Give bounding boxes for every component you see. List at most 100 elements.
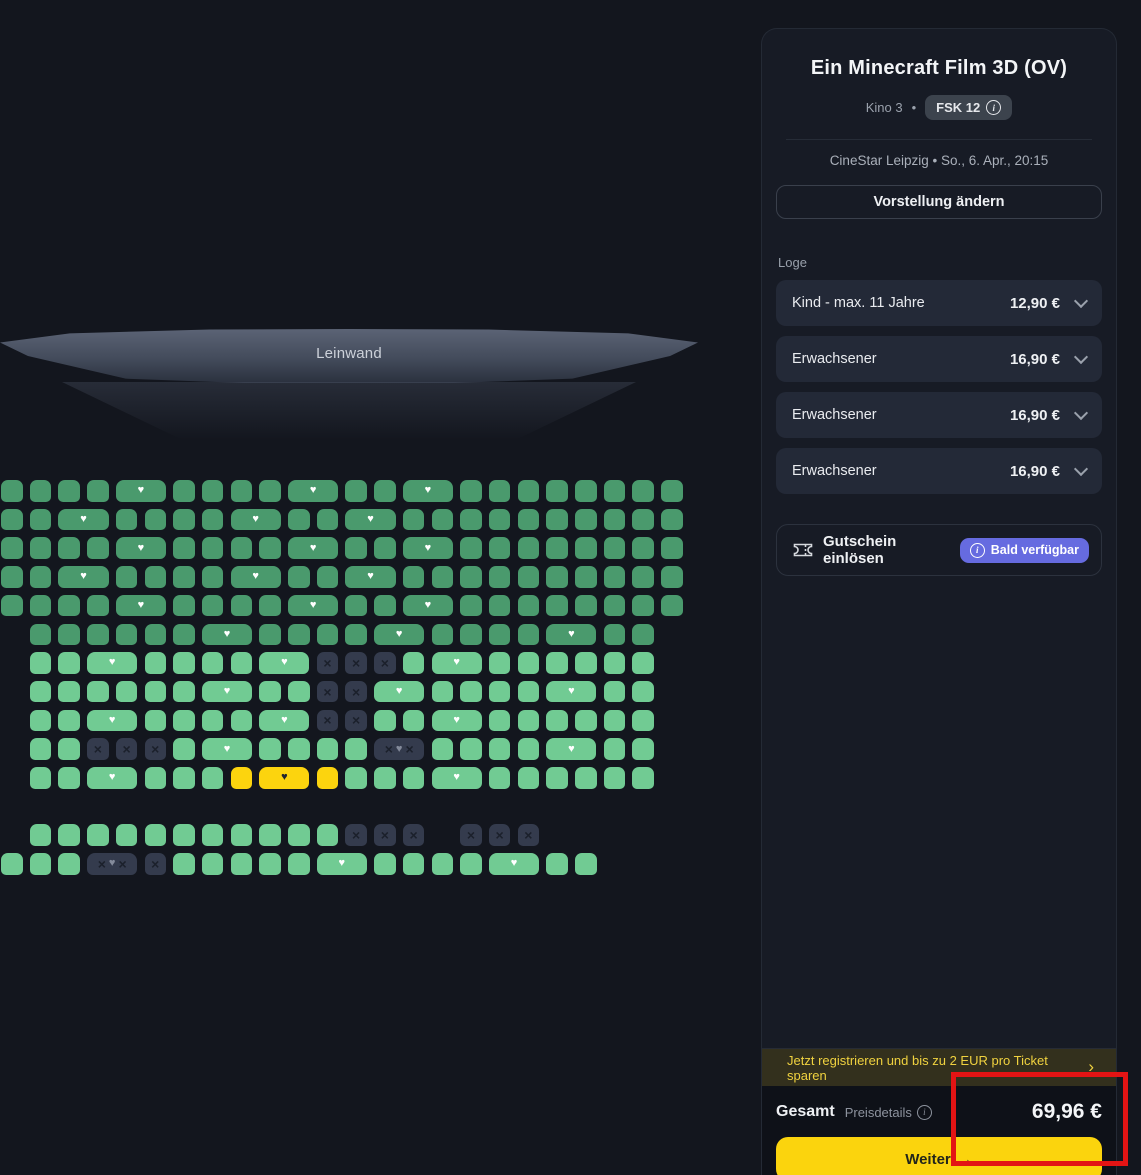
seat-available[interactable] (489, 480, 511, 502)
love-seat-available[interactable]: ♥ (288, 480, 338, 502)
seat-available[interactable] (345, 480, 367, 502)
love-seat-available[interactable]: ♥ (116, 537, 166, 559)
seat-available[interactable] (317, 509, 339, 531)
seat-available[interactable] (403, 853, 425, 875)
love-seat-available[interactable]: ♥ (116, 480, 166, 502)
seat-available[interactable] (145, 566, 167, 588)
seat-available[interactable] (460, 566, 482, 588)
love-seat-available[interactable]: ♥ (345, 566, 395, 588)
seat-available[interactable] (374, 710, 396, 732)
seat-available[interactable] (145, 509, 167, 531)
seat-available[interactable] (30, 537, 52, 559)
seat-available[interactable] (231, 824, 253, 846)
voucher-row[interactable]: Gutschein einlösen i Bald verfügbar (776, 524, 1102, 576)
seat-available[interactable] (30, 652, 52, 674)
seat-available[interactable] (1, 566, 23, 588)
seat-available[interactable] (546, 710, 568, 732)
seat-available[interactable] (202, 537, 224, 559)
seat-available[interactable] (604, 652, 626, 674)
love-seat-available[interactable]: ♥ (231, 566, 281, 588)
seat-available[interactable] (604, 738, 626, 760)
seat-available[interactable] (518, 480, 540, 502)
seat-available[interactable] (145, 710, 167, 732)
love-seat-available[interactable]: ♥ (202, 624, 252, 646)
seat-available[interactable] (489, 595, 511, 617)
seat-available[interactable] (374, 853, 396, 875)
seat-available[interactable] (460, 681, 482, 703)
ticket-row-adult[interactable]: Erwachsener 16,90 € (776, 448, 1102, 494)
seat-available[interactable] (604, 537, 626, 559)
seat-available[interactable] (259, 624, 281, 646)
seat-available[interactable] (632, 595, 654, 617)
love-seat-available[interactable]: ♥ (432, 652, 482, 674)
seat-available[interactable] (87, 681, 109, 703)
seat-available[interactable] (202, 566, 224, 588)
seat-available[interactable] (403, 509, 425, 531)
seat-available[interactable] (345, 624, 367, 646)
seat-available[interactable] (489, 710, 511, 732)
register-banner[interactable]: Jetzt registrieren und bis zu 2 EUR pro … (762, 1048, 1116, 1086)
seat-available[interactable] (518, 652, 540, 674)
seat-available[interactable] (518, 595, 540, 617)
seat-available[interactable] (87, 480, 109, 502)
seat-available[interactable] (632, 681, 654, 703)
seat-available[interactable] (173, 480, 195, 502)
seat-available[interactable] (546, 566, 568, 588)
seat-available[interactable] (259, 824, 281, 846)
seat-available[interactable] (30, 509, 52, 531)
seat-available[interactable] (58, 738, 80, 760)
seat-available[interactable] (460, 537, 482, 559)
seat-available[interactable] (30, 480, 52, 502)
seat-available[interactable] (374, 537, 396, 559)
love-seat-available[interactable]: ♥ (489, 853, 539, 875)
seat-available[interactable] (30, 824, 52, 846)
ticket-row-adult[interactable]: Erwachsener 16,90 € (776, 392, 1102, 438)
seat-available[interactable] (173, 767, 195, 789)
seat-available[interactable] (575, 566, 597, 588)
seat-available[interactable] (604, 624, 626, 646)
seat-available[interactable] (173, 537, 195, 559)
seat-available[interactable] (632, 624, 654, 646)
seat-available[interactable] (546, 767, 568, 789)
seat-available[interactable] (432, 738, 454, 760)
seat-available[interactable] (173, 566, 195, 588)
love-seat-available[interactable]: ♥ (87, 767, 137, 789)
seat-available[interactable] (460, 853, 482, 875)
seat-available[interactable] (202, 509, 224, 531)
seat-available[interactable] (87, 537, 109, 559)
seat-available[interactable] (116, 566, 138, 588)
seat-available[interactable] (202, 824, 224, 846)
seat-available[interactable] (518, 537, 540, 559)
love-seat-available[interactable]: ♥ (288, 595, 338, 617)
seat-available[interactable] (432, 681, 454, 703)
seat-available[interactable] (173, 624, 195, 646)
seat-available[interactable] (30, 595, 52, 617)
seat-available[interactable] (403, 710, 425, 732)
love-seat-available[interactable]: ♥ (231, 509, 281, 531)
seat-available[interactable] (87, 595, 109, 617)
seat-available[interactable] (231, 710, 253, 732)
seat-available[interactable] (518, 566, 540, 588)
seat-available[interactable] (116, 624, 138, 646)
love-seat-available[interactable]: ♥ (202, 681, 252, 703)
love-seat-available[interactable]: ♥ (432, 710, 482, 732)
seat-available[interactable] (604, 710, 626, 732)
love-seat-available[interactable]: ♥ (87, 710, 137, 732)
seat-available[interactable] (173, 738, 195, 760)
seat-available[interactable] (632, 710, 654, 732)
love-seat-available[interactable]: ♥ (317, 853, 367, 875)
seat-available[interactable] (317, 624, 339, 646)
seat-available[interactable] (575, 710, 597, 732)
seat-available[interactable] (489, 624, 511, 646)
seat-available[interactable] (432, 624, 454, 646)
seat-available[interactable] (460, 480, 482, 502)
seat-available[interactable] (518, 738, 540, 760)
love-seat-available[interactable]: ♥ (403, 537, 453, 559)
love-seat-available[interactable]: ♥ (116, 595, 166, 617)
seat-available[interactable] (374, 767, 396, 789)
seat-available[interactable] (518, 710, 540, 732)
price-details-link[interactable]: Preisdetails i (845, 1105, 1032, 1120)
seat-available[interactable] (259, 480, 281, 502)
seat-available[interactable] (632, 480, 654, 502)
love-seat-available[interactable]: ♥ (288, 537, 338, 559)
